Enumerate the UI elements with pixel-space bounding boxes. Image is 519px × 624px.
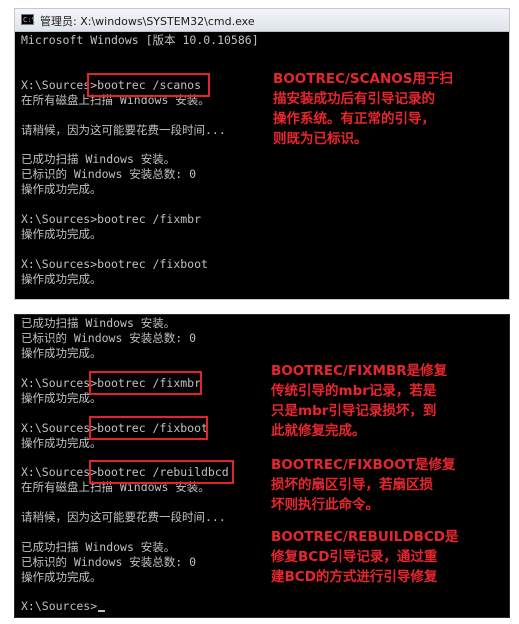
console-window-bottom[interactable]: 已成功扫描 Windows 安装。 已标识的 Windows 安装总数: 0 操… (14, 314, 510, 618)
console-line: 操作成功完成。 (21, 346, 102, 360)
cmd-icon: C:\ (21, 14, 36, 25)
console-line: 已成功扫描 Windows 安装。 (21, 316, 176, 330)
console-line: 请稍候，因为这可能要花费一段时间... (21, 123, 226, 137)
console-line: 已标识的 Windows 安装总数: 0 (21, 167, 197, 181)
text-cursor (98, 610, 106, 612)
annotation-rebuildbcd: BOOTREC/REBUILDBCD是 修复BCD引导记录，通过重 建BCD的方… (271, 529, 459, 585)
console-line: 已成功扫描 Windows 安装。 (21, 540, 176, 554)
highlight-box-scanos (87, 73, 210, 97)
window-title: 管理员: X:\windows\SYSTEM32\cmd.exe (40, 15, 255, 28)
console-command-line: X:\Sources>bootrec /fixmbr (21, 212, 202, 226)
console-line: 已成功扫描 Windows 安装。 (21, 152, 176, 166)
highlight-box-rebuildbcd (89, 460, 234, 484)
console-line: 请稍候，因为这可能要花费一段时间... (21, 510, 226, 524)
highlight-box-fixboot (89, 416, 208, 440)
highlight-box-fixmbr (89, 371, 202, 395)
window-titlebar[interactable]: C:\ 管理员: X:\windows\SYSTEM32\cmd.exe (15, 9, 509, 32)
console-line: Microsoft Windows [版本 10.0.10586] (21, 33, 259, 47)
console-prompt: X:\Sources> (21, 599, 98, 613)
console-window-top[interactable]: C:\ 管理员: X:\windows\SYSTEM32\cmd.exe Mic… (14, 8, 510, 300)
console-line: 操作成功完成。 (21, 182, 102, 196)
annotation-fixboot: BOOTREC/FIXBOOT是修复 损坏的扇区引导，若扇区损 坏则执行此命令。 (271, 457, 456, 513)
console-line: 操作成功完成。 (21, 570, 102, 584)
console-line: 已标识的 Windows 安装总数: 0 (21, 555, 197, 569)
console-line: 操作成功完成。 (21, 227, 102, 241)
console-command-line: X:\Sources>bootrec /fixboot (21, 257, 208, 271)
console-line: 操作成功完成。 (21, 272, 102, 286)
annotation-fixmbr: BOOTREC/FIXMBR是修复 传统引导的mbr记录，若是 只是mbr引导记… (271, 363, 448, 439)
console-line: 已标识的 Windows 安装总数: 0 (21, 331, 197, 345)
console-prompt-line[interactable]: X:\Sources> (21, 599, 106, 613)
annotation-scanos: BOOTREC/SCANOS用于扫 描安装成功后有引导记录的 操作系统。有正常的… (273, 71, 453, 147)
